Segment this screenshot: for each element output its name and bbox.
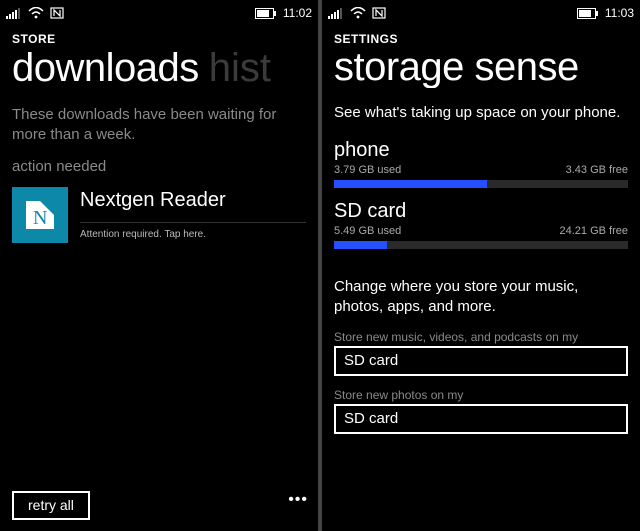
- sd-used: 5.49 GB used: [334, 225, 401, 237]
- battery-icon: [577, 8, 599, 19]
- sd-storage-row[interactable]: SD card 5.49 GB used 24.21 GB free: [322, 188, 640, 249]
- photos-picker-label: Store new photos on my: [322, 384, 640, 404]
- wifi-icon: [350, 7, 366, 19]
- pivot-header[interactable]: downloadshist: [0, 46, 318, 91]
- waiting-message: These downloads have been waiting for mo…: [12, 105, 306, 144]
- nfc-icon: [50, 7, 64, 19]
- wifi-icon: [28, 7, 44, 19]
- status-bar: 11:03: [322, 0, 640, 24]
- phone-storage-row[interactable]: phone 3.79 GB used 3.43 GB free: [322, 127, 640, 188]
- signal-icon: [328, 7, 344, 19]
- divider: [80, 222, 306, 223]
- download-item[interactable]: N Nextgen Reader Attention required. Tap…: [12, 187, 306, 243]
- change-description: Change where you store your music, photo…: [322, 249, 640, 326]
- music-picker[interactable]: SD card: [334, 346, 628, 376]
- clock: 11:03: [605, 6, 634, 20]
- phone-bar-fill: [334, 180, 487, 188]
- storage-sense-screen: 11:03 SETTINGS storage sense See what's …: [322, 0, 640, 531]
- pivot-current: downloads: [12, 46, 199, 90]
- phone-label: phone: [334, 139, 628, 162]
- battery-icon: [255, 8, 277, 19]
- more-icon[interactable]: •••: [288, 491, 308, 509]
- svg-text:N: N: [33, 207, 47, 229]
- phone-free: 3.43 GB free: [566, 164, 628, 176]
- pivot-header: storage sense: [322, 46, 640, 88]
- music-picker-label: Store new music, videos, and podcasts on…: [322, 326, 640, 346]
- action-needed-label: action needed: [12, 158, 306, 175]
- page-title: storage sense: [334, 46, 579, 88]
- sd-label: SD card: [334, 200, 628, 223]
- sd-bar-fill: [334, 241, 387, 249]
- sd-free: 24.21 GB free: [560, 225, 629, 237]
- pivot-next: hist: [209, 46, 271, 90]
- status-bar: 11:02: [0, 0, 318, 24]
- app-icon: N: [12, 187, 68, 243]
- retry-all-button[interactable]: retry all: [12, 491, 90, 520]
- app-name: Nextgen Reader: [80, 189, 306, 212]
- attention-text: Attention required. Tap here.: [80, 229, 306, 240]
- sd-bar: [334, 241, 628, 249]
- context-header: SETTINGS: [322, 24, 640, 46]
- nfc-icon: [372, 7, 386, 19]
- signal-icon: [6, 7, 22, 19]
- context-header: STORE: [0, 24, 318, 46]
- app-bar: retry all •••: [0, 479, 318, 531]
- store-downloads-screen: 11:02 STORE downloadshist These download…: [0, 0, 318, 531]
- clock: 11:02: [283, 6, 312, 20]
- phone-used: 3.79 GB used: [334, 164, 401, 176]
- description: See what's taking up space on your phone…: [322, 88, 640, 127]
- phone-bar: [334, 180, 628, 188]
- photos-picker[interactable]: SD card: [334, 404, 628, 434]
